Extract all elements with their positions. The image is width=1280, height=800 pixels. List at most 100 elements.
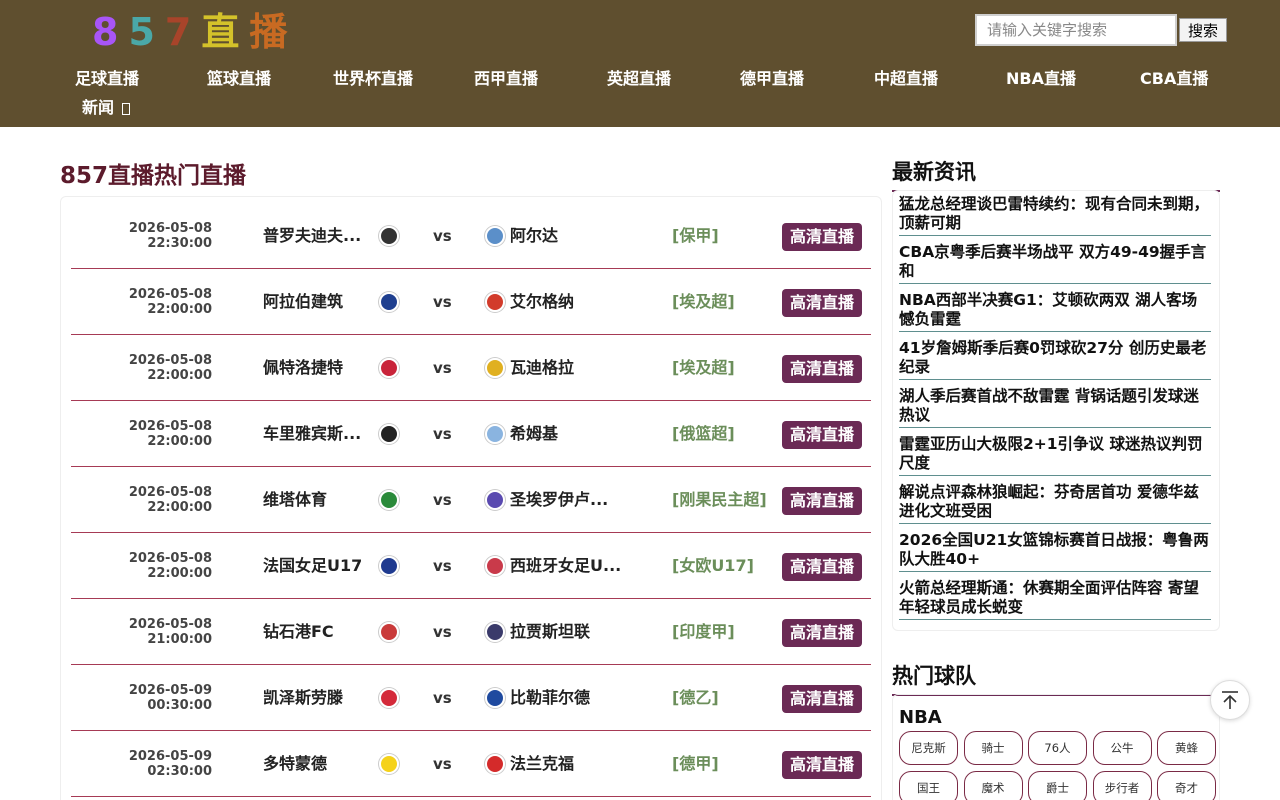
- match-row[interactable]: 2026-05-08 21:00:00 钻石港FC vs 拉贾斯坦联 [印度甲] 高清直播: [71, 599, 871, 665]
- home-team[interactable]: 钻石港FC: [263, 619, 363, 645]
- league-label[interactable]: [保甲]: [672, 223, 719, 249]
- away-team[interactable]: 拉贾斯坦联: [510, 619, 622, 645]
- news-item[interactable]: 解说点评森林狼崛起：芬奇居首功 爱德华兹进化文班受困: [899, 483, 1211, 524]
- team-button[interactable]: 黄蜂: [1157, 731, 1216, 765]
- team-button[interactable]: 国王: [899, 771, 958, 800]
- teams-panel: NBA 尼克斯 骑士 76人 公牛 黄蜂 国王 魔术 爵士 步行者 奇才: [892, 694, 1220, 800]
- watch-hd-button[interactable]: 高清直播: [782, 223, 862, 251]
- away-team-logo-icon: [485, 226, 505, 246]
- team-button[interactable]: 步行者: [1092, 771, 1152, 800]
- match-time: 22:00:00: [147, 566, 212, 581]
- nav-worldcup[interactable]: 世界杯直播: [333, 64, 413, 94]
- vs-label: vs: [433, 623, 452, 641]
- logo-char: 7: [164, 10, 192, 54]
- news-item[interactable]: 雷霆亚历山大极限2+1引争议 球迷热议判罚尺度: [899, 435, 1211, 476]
- team-button[interactable]: 魔术: [963, 771, 1023, 800]
- home-team-logo-icon: [379, 556, 399, 576]
- home-team[interactable]: 法国女足U17: [263, 553, 363, 579]
- watch-hd-button[interactable]: 高清直播: [782, 619, 862, 647]
- team-button[interactable]: 公牛: [1092, 731, 1152, 765]
- news-item[interactable]: 湖人季后赛首战不敌雷霆 背锅话题引发球迷热议: [899, 387, 1211, 428]
- news-item[interactable]: 2026全国U21女篮锦标赛首日战报：粤鲁两队大胜40+: [899, 531, 1211, 572]
- team-button[interactable]: 奇才: [1157, 771, 1216, 800]
- home-team-logo-icon: [379, 226, 399, 246]
- team-button[interactable]: 76人: [1028, 731, 1087, 765]
- search-input[interactable]: [975, 14, 1177, 46]
- match-row[interactable]: 2026-05-09 00:30:00 凯泽斯劳滕 vs 比勒菲尔德 [德乙] 高清直播: [71, 665, 871, 731]
- match-time: 21:00:00: [147, 632, 212, 647]
- nav-football[interactable]: 足球直播: [75, 64, 139, 94]
- away-team[interactable]: 阿尔达: [510, 223, 622, 249]
- match-row[interactable]: 2026-05-08 22:00:00 车里雅宾斯... vs 希姆基 [俄篮超] 高清直播: [71, 401, 871, 467]
- team-button[interactable]: 骑士: [963, 731, 1023, 765]
- news-list: 猛龙总经理谈巴雷特续约：现有合同未到期，顶薪可期 CBA京粤季后赛半场战平 双方4…: [892, 190, 1220, 631]
- home-team[interactable]: 阿拉伯建筑: [263, 289, 363, 315]
- nav-basketball[interactable]: 篮球直播: [207, 64, 271, 94]
- home-team[interactable]: 维塔体育: [263, 487, 363, 513]
- match-time: 22:30:00: [147, 236, 212, 251]
- match-row[interactable]: 2026-05-08 22:00:00 维塔体育 vs 圣埃罗伊卢... [刚果民主超] 高…: [71, 467, 871, 533]
- nav-laliga[interactable]: 西甲直播: [474, 64, 538, 94]
- vs-label: vs: [433, 425, 452, 443]
- team-button[interactable]: 尼克斯: [899, 731, 958, 765]
- nav-nba[interactable]: NBA直播: [1006, 64, 1076, 94]
- league-label[interactable]: [女欧U17]: [672, 553, 754, 579]
- nav-premier[interactable]: 英超直播: [607, 64, 671, 94]
- league-label[interactable]: [德乙]: [672, 685, 719, 711]
- away-team[interactable]: 瓦迪格拉: [510, 355, 622, 381]
- watch-hd-button[interactable]: 高清直播: [782, 421, 862, 449]
- away-team[interactable]: 艾尔格纳: [510, 289, 622, 315]
- watch-hd-button[interactable]: 高清直播: [782, 553, 862, 581]
- page-title: 857直播热门直播: [60, 163, 247, 189]
- league-label[interactable]: [俄篮超]: [672, 421, 735, 447]
- away-team[interactable]: 比勒菲尔德: [510, 685, 622, 711]
- site-header: 857直播 搜索 足球直播 篮球直播 世界杯直播 西甲直播 英超直播 德甲直播 …: [0, 0, 1280, 127]
- watch-hd-button[interactable]: 高清直播: [782, 751, 862, 779]
- match-row[interactable]: 2026-05-08 22:00:00 法国女足U17 vs 西班牙女足U... [女欧U…: [71, 533, 871, 599]
- league-label[interactable]: [印度甲]: [672, 619, 735, 645]
- nav-cba[interactable]: CBA直播: [1140, 64, 1208, 94]
- news-item[interactable]: 火箭总经理斯通：休赛期全面评估阵容 寄望年轻球员成长蜕变: [899, 579, 1211, 620]
- match-row[interactable]: 2026-05-09 02:30:00 多特蒙德 vs 法兰克福 [德甲] 高清直播: [71, 731, 871, 797]
- nav-csl[interactable]: 中超直播: [874, 64, 938, 94]
- home-team[interactable]: 多特蒙德: [263, 751, 363, 777]
- away-team[interactable]: 圣埃罗伊卢...: [510, 487, 622, 513]
- match-row[interactable]: 2026-05-08 22:00:00 佩特洛捷特 vs 瓦迪格拉 [埃及超] 高清直播: [71, 335, 871, 401]
- nav-news-label: 新闻: [82, 98, 120, 117]
- away-team[interactable]: 法兰克福: [510, 751, 622, 777]
- away-team[interactable]: 西班牙女足U...: [510, 553, 622, 579]
- home-team[interactable]: 凯泽斯劳滕: [263, 685, 363, 711]
- watch-hd-button[interactable]: 高清直播: [782, 487, 862, 515]
- search-button[interactable]: 搜索: [1179, 18, 1227, 42]
- watch-hd-button[interactable]: 高清直播: [782, 289, 862, 317]
- nav-bundesliga[interactable]: 德甲直播: [740, 64, 804, 94]
- match-date: 2026-05-09: [128, 749, 212, 764]
- away-team-logo-icon: [485, 490, 505, 510]
- match-date: 2026-05-08: [128, 287, 212, 302]
- home-team[interactable]: 车里雅宾斯...: [263, 421, 363, 447]
- back-to-top-button[interactable]: [1210, 680, 1250, 720]
- team-button[interactable]: 爵士: [1028, 771, 1087, 800]
- away-team-logo-icon: [485, 556, 505, 576]
- match-datetime: 2026-05-08 21:00:00: [116, 617, 212, 647]
- away-team[interactable]: 希姆基: [510, 421, 622, 447]
- news-item[interactable]: 猛龙总经理谈巴雷特续约：现有合同未到期，顶薪可期: [899, 195, 1211, 236]
- league-label[interactable]: [刚果民主超]: [672, 487, 767, 513]
- watch-hd-button[interactable]: 高清直播: [782, 685, 862, 713]
- news-item[interactable]: NBA西部半决赛G1：艾顿砍两双 湖人客场憾负雷霆: [899, 291, 1211, 332]
- match-time: 00:30:00: [147, 698, 212, 713]
- nav-news[interactable]: 新闻: [82, 93, 130, 123]
- match-row[interactable]: 2026-05-08 22:30:00 普罗夫迪夫... vs 阿尔达 [保甲] 高清直播: [71, 203, 871, 269]
- home-team[interactable]: 佩特洛捷特: [263, 355, 363, 381]
- match-row[interactable]: 2026-05-08 22:00:00 阿拉伯建筑 vs 艾尔格纳 [埃及超] 高清直播: [71, 269, 871, 335]
- home-team[interactable]: 普罗夫迪夫...: [263, 223, 363, 249]
- away-team-logo-icon: [485, 754, 505, 774]
- logo-char: 8: [92, 10, 119, 54]
- watch-hd-button[interactable]: 高清直播: [782, 355, 862, 383]
- league-label[interactable]: [埃及超]: [672, 289, 735, 315]
- league-label[interactable]: [埃及超]: [672, 355, 735, 381]
- site-logo[interactable]: 857直播: [92, 10, 287, 54]
- news-item[interactable]: CBA京粤季后赛半场战平 双方49-49握手言和: [899, 243, 1211, 284]
- news-item[interactable]: 41岁詹姆斯季后赛0罚球砍27分 创历史最老纪录: [899, 339, 1211, 380]
- league-label[interactable]: [德甲]: [672, 751, 719, 777]
